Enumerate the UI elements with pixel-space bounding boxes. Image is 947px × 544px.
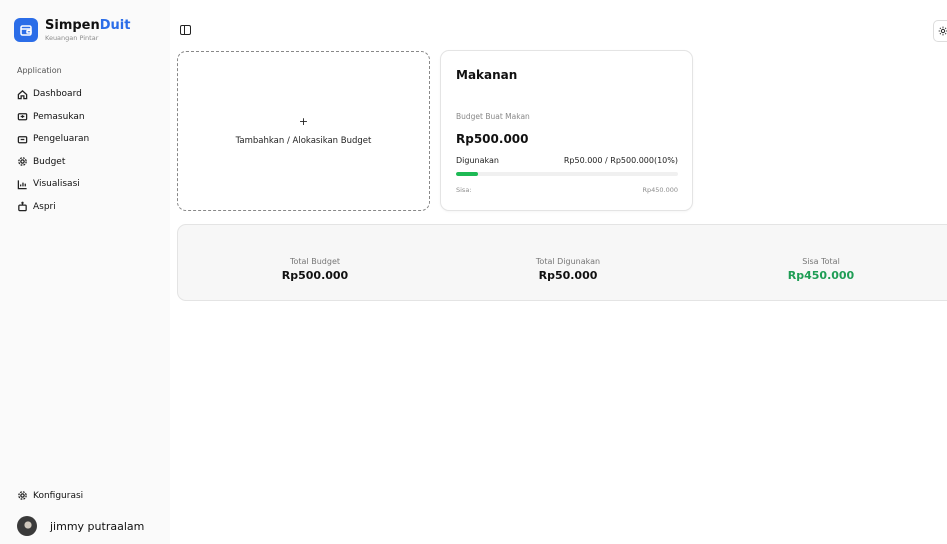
sidebar-item-pengeluaran[interactable]: Pengeluaran xyxy=(17,128,89,151)
home-icon xyxy=(17,89,28,100)
chart-icon xyxy=(17,180,27,190)
summary-label: Total Digunakan xyxy=(535,257,601,266)
sidebar-item-visualisasi[interactable]: Visualisasi xyxy=(17,173,89,196)
wallet-in-icon xyxy=(17,113,28,121)
sidebar-item-konfigurasi[interactable]: Konfigurasi xyxy=(17,490,83,501)
sidebar-toggle-icon[interactable] xyxy=(180,25,191,35)
sun-icon xyxy=(938,26,947,36)
sidebar-item-label: Aspri xyxy=(33,201,56,212)
sidebar-item-label: Pengeluaran xyxy=(33,134,90,145)
sidebar-item-label: Visualisasi xyxy=(33,179,80,190)
budget-remaining-label: Sisa: xyxy=(456,186,472,194)
brand-name: SimpenDuit xyxy=(45,17,131,33)
sidebar-item-label: Budget xyxy=(33,156,66,167)
section-label-application: Application xyxy=(17,66,62,75)
avatar xyxy=(17,516,37,536)
summary-value: Rp50.000 xyxy=(538,269,598,282)
wallet-logo-icon xyxy=(14,18,38,42)
budget-progress-fill xyxy=(456,172,479,176)
sidebar-item-pemasukan[interactable]: Pemasukan xyxy=(17,106,89,129)
budget-title: Makanan xyxy=(456,68,518,82)
budget-progress-bar xyxy=(456,172,678,176)
summary-label: Total Budget xyxy=(290,257,340,266)
budget-remaining-value: Rp450.000 xyxy=(642,186,678,194)
budget-used-value: Rp50.000 / Rp500.000(10%) xyxy=(563,156,678,165)
gear-icon xyxy=(18,157,27,167)
bot-icon xyxy=(18,201,27,212)
gear-icon xyxy=(18,491,27,500)
summary-value: Rp500.000 xyxy=(281,269,349,282)
plus-icon: + xyxy=(298,115,309,128)
summary-label: Sisa Total xyxy=(802,257,840,266)
budget-card-makanan[interactable]: Makanan Budget Buat Makan Rp500.000 Digu… xyxy=(440,50,693,211)
add-budget-card[interactable]: + Tambahkan / Alokasikan Budget xyxy=(177,51,430,211)
user-name: jimmy putraalam xyxy=(50,519,145,533)
summary-remaining: Sisa Total Rp450.000 xyxy=(741,257,901,282)
budget-amount: Rp500.000 xyxy=(456,132,529,146)
sidebar-item-budget[interactable]: Budget xyxy=(17,151,89,174)
brand-tagline: Keuangan Pintar xyxy=(45,33,99,42)
budget-description: Budget Buat Makan xyxy=(456,112,530,121)
sidebar-item-dashboard[interactable]: Dashboard xyxy=(17,83,89,106)
sidebar-item-label: Konfigurasi xyxy=(33,490,84,501)
budget-used-label: Digunakan xyxy=(456,156,499,165)
summary-total-budget: Total Budget Rp500.000 xyxy=(235,257,395,282)
sidebar-nav: Dashboard Pemasukan Pengeluaran Budget V… xyxy=(17,83,89,218)
summary-total-used: Total Digunakan Rp50.000 xyxy=(488,257,648,282)
wallet-out-icon xyxy=(17,135,28,144)
sidebar: SimpenDuit Keuangan Pintar Application D… xyxy=(0,0,170,544)
sidebar-item-label: Dashboard xyxy=(33,89,82,100)
user-menu[interactable]: jimmy putraalam xyxy=(17,516,144,536)
sidebar-item-label: Pemasukan xyxy=(33,111,85,122)
sidebar-item-aspri[interactable]: Aspri xyxy=(17,196,89,219)
brand[interactable]: SimpenDuit Keuangan Pintar xyxy=(14,18,130,42)
summary-value: Rp450.000 xyxy=(787,269,855,282)
theme-toggle-button[interactable] xyxy=(933,20,947,42)
add-budget-label: Tambahkan / Alokasikan Budget xyxy=(235,136,372,146)
budget-summary: Total Budget Rp500.000 Total Digunakan R… xyxy=(177,224,947,301)
